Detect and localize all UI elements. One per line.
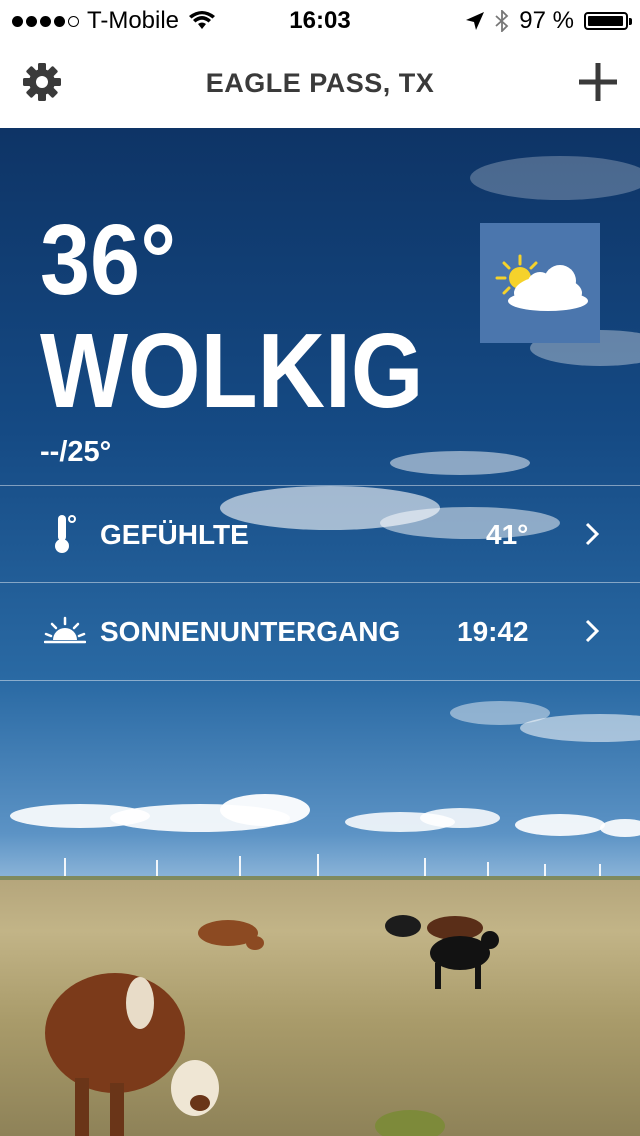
chevron-right-icon [585, 522, 600, 546]
sunset-value: 19:42 [457, 616, 529, 647]
location-title[interactable]: EAGLE PASS, TX [0, 68, 640, 99]
location-arrow-icon [466, 12, 485, 30]
weather-condition: WOLKIG [40, 312, 424, 430]
nav-bar: EAGLE PASS, TX [0, 40, 640, 128]
feels-like-value: 41° [486, 519, 529, 550]
sunset-label: SONNENUNTERGANG [100, 616, 401, 647]
divider-bottom [0, 680, 640, 681]
sunset-icon [44, 616, 86, 644]
status-bar: T-Mobile 16:03 97 % [0, 0, 640, 40]
current-temperature: 36° [40, 204, 177, 316]
battery-percent: 97 % [519, 7, 574, 34]
chevron-right-icon [585, 619, 600, 643]
status-right: 97 % [465, 7, 632, 35]
plus-icon[interactable] [578, 62, 618, 102]
feels-like-row[interactable]: GEFÜHLTE 41° [0, 485, 640, 582]
partly-cloudy-icon [495, 254, 588, 311]
battery-icon [584, 12, 632, 30]
condition-icon-tile [480, 223, 600, 343]
battery-level [588, 16, 623, 26]
min-max-temperature: --/25° [40, 436, 112, 468]
sunset-row[interactable]: SONNENUNTERGANG 19:42 [0, 582, 640, 679]
feels-like-label: GEFÜHLTE [100, 519, 249, 550]
thermometer-icon [55, 515, 76, 553]
bluetooth-icon [495, 10, 509, 32]
